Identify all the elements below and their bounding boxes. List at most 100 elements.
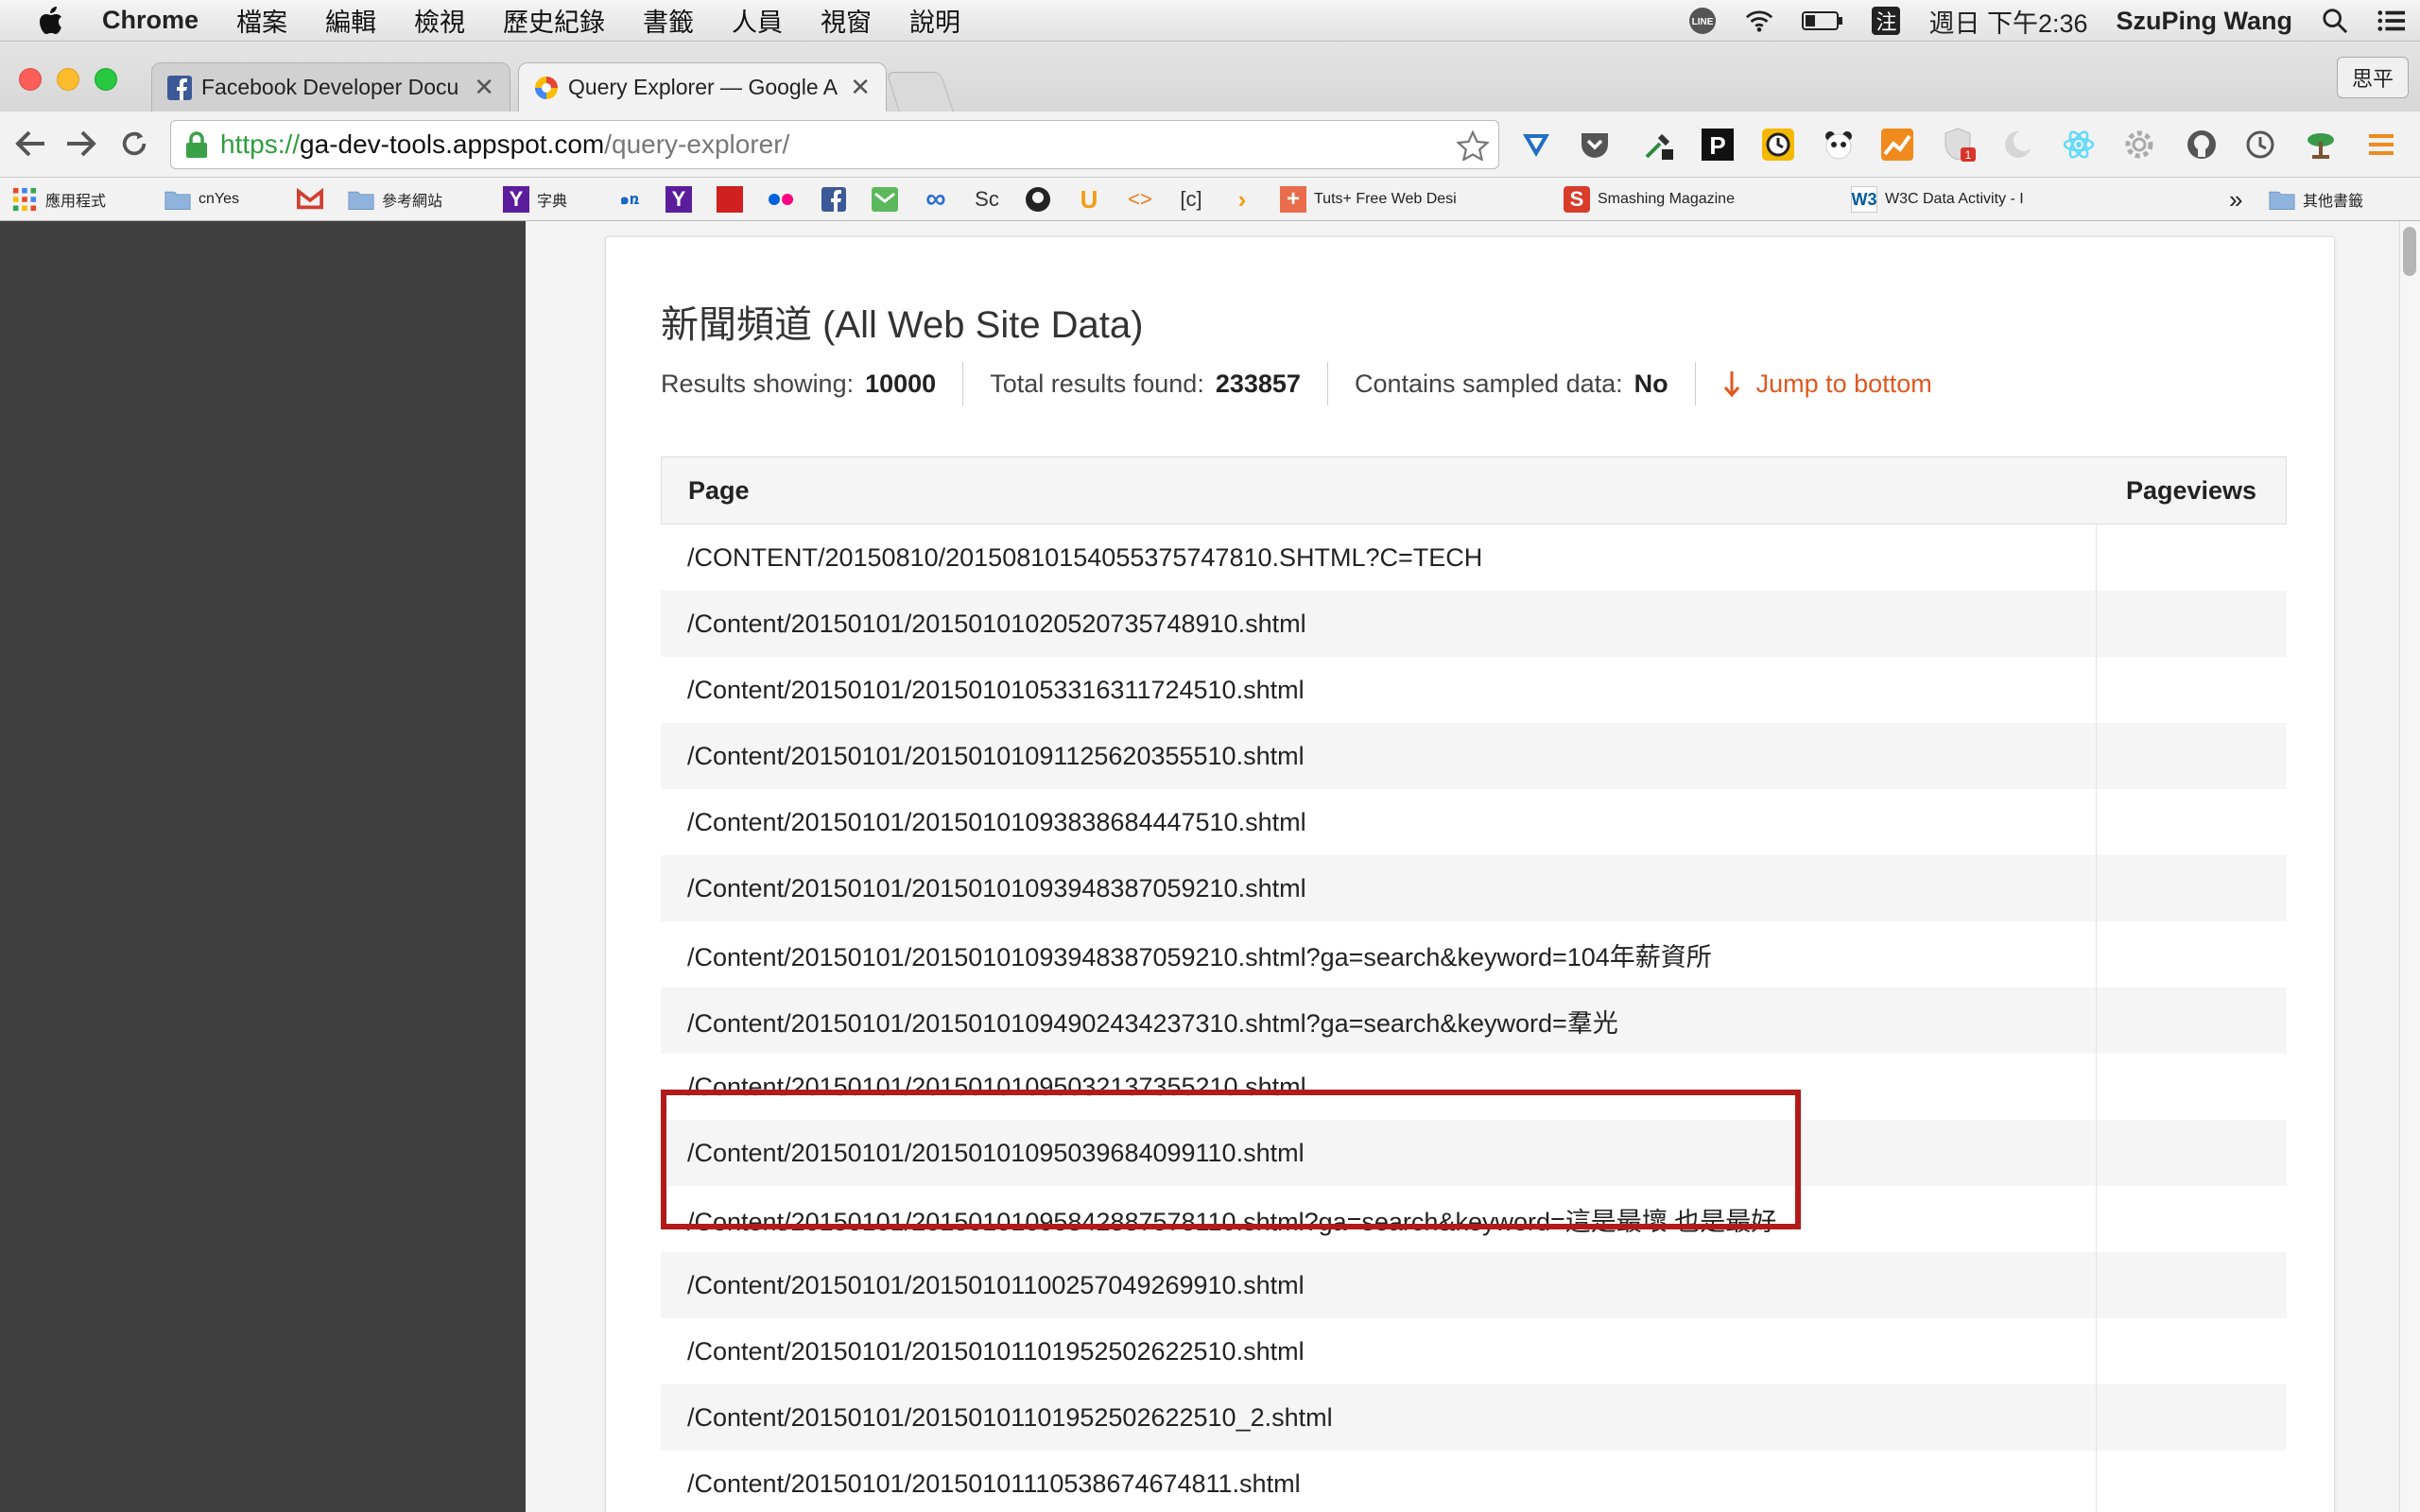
tab-facebook-developer[interactable]: Facebook Developer Docu ✕ xyxy=(151,62,510,112)
bonsai-icon[interactable] xyxy=(2303,127,2339,163)
menu-file[interactable]: 檔案 xyxy=(236,2,287,39)
pageviews-cell xyxy=(2183,1186,2277,1252)
scrollbar[interactable] xyxy=(2399,221,2420,1512)
bookmark-folder-cnyes[interactable]: cnYes xyxy=(164,181,239,217)
table-row: /Content/20150101/2015010109112562035551… xyxy=(661,723,2287,789)
bookmark-tutsplus[interactable]: + Tuts+ Free Web Desi xyxy=(1280,181,1535,217)
reload-icon[interactable] xyxy=(113,123,155,164)
table-header: Page Pageviews xyxy=(661,456,2287,524)
total-results-label: Total results found: xyxy=(990,369,1204,398)
user-name[interactable]: SzuPing Wang xyxy=(2117,7,2292,36)
table-row: /Content/20150101/2015010109383868444751… xyxy=(661,789,2287,855)
pageviews-cell xyxy=(2183,1384,2277,1451)
bookmark-star-icon[interactable] xyxy=(1455,129,1491,163)
moon-icon[interactable] xyxy=(2000,127,2036,163)
menu-people[interactable]: 人員 xyxy=(732,2,783,39)
menu-help[interactable]: 說明 xyxy=(909,2,960,39)
bookmark-dictionary[interactable]: Y 字典 xyxy=(503,181,567,217)
pocket-icon[interactable] xyxy=(1577,127,1613,163)
menu-window[interactable]: 視窗 xyxy=(821,2,872,39)
column-divider xyxy=(2096,1054,2097,1120)
code-icon: <> xyxy=(1128,187,1152,211)
column-divider xyxy=(2096,524,2097,591)
menu-edit[interactable]: 編輯 xyxy=(325,2,376,39)
bookmark-folder-reference[interactable]: 參考網站 xyxy=(348,181,442,217)
column-header-pageviews[interactable]: Pageviews xyxy=(2097,476,2286,506)
history-clock-icon[interactable] xyxy=(2242,127,2278,163)
jump-to-bottom-link[interactable]: Jump to bottom xyxy=(1722,369,1932,399)
report-card: 新聞頻道 (All Web Site Data) Results showing… xyxy=(605,236,2335,1512)
react-devtools-icon[interactable] xyxy=(2061,127,2097,163)
apps-grid-icon xyxy=(11,186,38,213)
apple-menu-icon[interactable] xyxy=(25,0,78,42)
bookmark-sc[interactable]: Sc xyxy=(974,181,1008,217)
bookmark-c[interactable]: [c] xyxy=(1178,181,1212,217)
tutsplus-icon: + xyxy=(1280,186,1306,213)
analytics-chart-icon[interactable] xyxy=(1879,127,1915,163)
menu-view[interactable]: 檢視 xyxy=(414,2,465,39)
bookmark-mail[interactable] xyxy=(872,181,906,217)
bookmark-smashing[interactable]: S Smashing Magazine xyxy=(1564,181,1821,217)
battery-icon[interactable] xyxy=(1802,7,1843,35)
bookmark-github[interactable] xyxy=(1025,181,1059,217)
bookmark-u[interactable]: U xyxy=(1076,181,1110,217)
clock[interactable]: 週日 下午2:36 xyxy=(1928,3,2087,40)
timer-icon[interactable] xyxy=(1760,127,1796,163)
chrome-menu-icon[interactable] xyxy=(2363,127,2399,163)
shield-badge-icon[interactable]: 1 xyxy=(1942,127,1978,163)
scrollbar-thumb[interactable] xyxy=(2403,227,2416,276)
bookmark-flickr[interactable] xyxy=(768,181,802,217)
profile-button[interactable]: 思平 xyxy=(2337,57,2409,98)
back-icon[interactable] xyxy=(9,123,51,164)
line-icon[interactable]: LINE xyxy=(1688,7,1717,35)
tab-query-explorer[interactable]: Query Explorer — Google A ✕ xyxy=(518,62,887,112)
app-name-menu[interactable]: Chrome xyxy=(102,6,199,35)
sc-icon: Sc xyxy=(975,187,999,211)
eyedropper-icon[interactable] xyxy=(1641,127,1677,163)
notification-center-icon[interactable] xyxy=(2377,7,2406,35)
column-divider xyxy=(2096,657,2097,723)
facebook-icon xyxy=(821,186,847,213)
bookmark-arrow[interactable]: › xyxy=(1229,181,1263,217)
input-method-icon[interactable]: 注 xyxy=(1872,7,1901,35)
zoom-window-button[interactable] xyxy=(95,68,117,91)
spotlight-search-icon[interactable] xyxy=(2321,7,2349,35)
table-row: /Content/20150101/2015010110195250262251… xyxy=(661,1318,2287,1384)
bookmarks-overflow-chevron-icon[interactable]: » xyxy=(2229,181,2242,217)
bookmark-apps[interactable]: 應用程式 xyxy=(11,181,106,217)
url-path: /query-explorer/ xyxy=(604,129,790,159)
panda-icon[interactable] xyxy=(1821,127,1857,163)
bookmark-gmail[interactable] xyxy=(297,181,331,217)
address-bar[interactable]: https://ga-dev-tools.appspot.com/query-e… xyxy=(170,120,1499,169)
wifi-icon[interactable] xyxy=(1745,7,1773,35)
menu-history[interactable]: 歷史紀錄 xyxy=(503,2,605,39)
page-content: 新聞頻道 (All Web Site Data) Results showing… xyxy=(526,221,2399,1512)
table-row: /Content/20150101/2015010109584288757811… xyxy=(661,1186,2287,1252)
pinboard-icon[interactable]: P xyxy=(1700,127,1736,163)
column-header-page[interactable]: Page xyxy=(662,476,2097,506)
extension-v-icon[interactable] xyxy=(1518,127,1554,163)
tab-close-icon[interactable]: ✕ xyxy=(850,73,871,102)
pageviews-cell xyxy=(2183,591,2277,657)
bookmark-7[interactable]: Y xyxy=(666,181,700,217)
bookmark-6[interactable]: ๑ռ xyxy=(616,181,650,217)
stats-divider xyxy=(1326,362,1328,405)
bookmark-facebook[interactable] xyxy=(821,181,855,217)
bookmark-w3c[interactable]: W3 W3C Data Activity - I xyxy=(1851,181,2110,217)
tab-close-icon[interactable]: ✕ xyxy=(474,73,494,102)
pageviews-cell xyxy=(2183,1054,2277,1120)
column-divider xyxy=(2096,1451,2097,1512)
bookmark-label: cnYes xyxy=(199,191,239,207)
bookmark-code[interactable]: <> xyxy=(1127,181,1161,217)
infinity-icon: ∞ xyxy=(925,183,946,215)
settings-gear-icon[interactable] xyxy=(2121,127,2157,163)
close-window-button[interactable] xyxy=(19,68,42,91)
github-octocat-icon[interactable] xyxy=(2184,127,2220,163)
bookmark-infinity[interactable]: ∞ xyxy=(923,181,957,217)
bookmark-8[interactable] xyxy=(717,181,751,217)
minimize-window-button[interactable] xyxy=(57,68,79,91)
bookmark-other[interactable]: 其他書籤 xyxy=(2269,181,2363,217)
page-path-cell: /Content/20150101/2015010109490243423731… xyxy=(687,1008,1618,1038)
forward-icon[interactable] xyxy=(60,123,102,164)
menu-bookmarks[interactable]: 書籤 xyxy=(643,2,694,39)
